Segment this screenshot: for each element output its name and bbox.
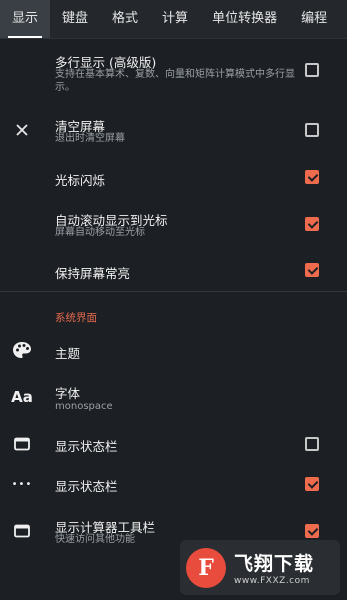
window-icon — [10, 519, 34, 543]
setting-keep-screen-on[interactable]: 保持屏幕常亮 — [0, 259, 347, 283]
section-title-system-ui: 系统界面 — [55, 312, 97, 324]
auto-scroll-checkbox[interactable] — [305, 217, 319, 231]
more-icon: ••• — [11, 478, 33, 490]
setting-title: 主题 — [55, 346, 81, 361]
clear-screen-checkbox[interactable] — [305, 123, 319, 137]
setting-clear-screen[interactable]: 清空屏幕 退出时清空屏幕 — [0, 112, 347, 148]
font-icon: Aa — [11, 388, 33, 406]
tab-bar: 显示 键盘 格式 计算 单位转换器 编程 — [0, 0, 347, 39]
watermark-name: 飞翔下载 — [234, 553, 315, 575]
tab-programming[interactable]: 编程 — [289, 0, 339, 38]
tab-unit-converter[interactable]: 单位转换器 — [200, 0, 289, 38]
multiline-checkbox[interactable] — [305, 63, 319, 77]
divider — [0, 291, 347, 292]
setting-title: 光标闪烁 — [55, 173, 106, 188]
setting-title: 显示状态栏 — [55, 479, 118, 494]
setting-title: 保持屏幕常亮 — [55, 266, 131, 281]
tab-format[interactable]: 格式 — [100, 0, 150, 38]
setting-status-bar-2[interactable]: ••• 显示状态栏 — [0, 472, 347, 496]
setting-theme[interactable]: 主题 — [0, 338, 347, 364]
setting-subtitle: 屏幕自动移动至光标 — [55, 227, 145, 238]
close-icon — [10, 118, 34, 142]
watermark-url: www.FXXZ.com — [234, 576, 310, 586]
status-bar-checkbox[interactable] — [305, 437, 319, 451]
setting-multiline[interactable]: 多行显示 (高级版) 支持在基本算术、复数、向量和矩阵计算模式中多行显示。 — [0, 48, 347, 98]
setting-subtitle: 支持在基本算术、复数、向量和矩阵计算模式中多行显示。 — [55, 69, 295, 93]
setting-value: monospace — [55, 401, 113, 412]
window-icon — [10, 432, 34, 456]
setting-cursor-blink[interactable]: 光标闪烁 — [0, 166, 347, 190]
setting-font[interactable]: Aa 字体 monospace — [0, 380, 347, 416]
watermark-text: 飞翔下载 www.FXXZ.com — [234, 549, 314, 586]
setting-status-bar[interactable]: 显示状态栏 — [0, 432, 347, 456]
watermark: F 飞翔下载 www.FXXZ.com — [180, 540, 340, 595]
setting-title: 显示状态栏 — [55, 439, 118, 454]
tab-calculation[interactable]: 计算 — [150, 0, 200, 38]
status-bar-2-checkbox[interactable] — [305, 477, 319, 491]
cursor-blink-checkbox[interactable] — [305, 170, 319, 184]
watermark-logo: F — [186, 547, 226, 588]
tab-display[interactable]: 显示 — [0, 0, 51, 38]
keep-screen-on-checkbox[interactable] — [305, 263, 319, 277]
calculator-toolbar-checkbox[interactable] — [305, 524, 319, 538]
setting-auto-scroll[interactable]: 自动滚动显示到光标 屏幕自动移动至光标 — [0, 206, 347, 242]
tab-keyboard[interactable]: 键盘 — [50, 0, 100, 38]
palette-icon — [10, 338, 34, 362]
setting-subtitle: 退出时清空屏幕 — [55, 133, 125, 144]
